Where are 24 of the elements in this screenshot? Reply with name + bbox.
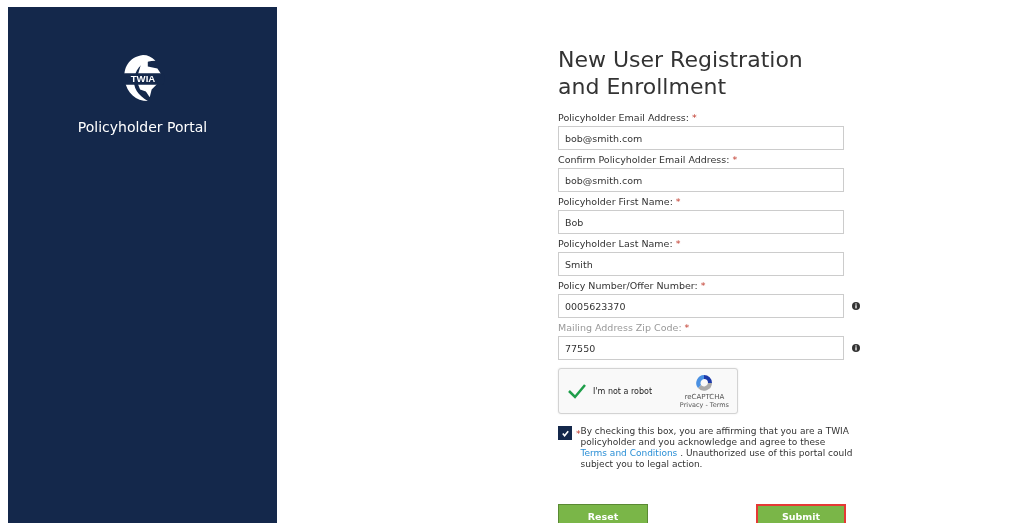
check-icon[interactable] [567, 383, 587, 399]
input-field[interactable]: Bob [558, 210, 844, 234]
recaptcha-icon [694, 373, 715, 393]
terms-link[interactable]: Terms and Conditions [580, 448, 678, 458]
field-label: Confirm Policyholder Email Address: * [558, 154, 739, 165]
required-mark: * [576, 429, 581, 439]
info-icon[interactable] [852, 344, 860, 352]
input-field[interactable]: 0005623370 [558, 294, 844, 318]
field-label: Policyholder First Name: * [558, 196, 682, 207]
agreement-text: By checking this box, you are affirming that you are a TWIA policyholder and you acknowledge and agree to these Terms and Conditions . Unauthorized use of this portal could subject you to legal action. [580, 426, 854, 470]
field-label: Policy Number/Offer Number: * [558, 280, 707, 291]
check-icon [560, 428, 570, 438]
field-label: Mailing Address Zip Code: * [558, 322, 691, 333]
info-icon[interactable] [852, 302, 860, 310]
captcha-label: I'm not a robot [593, 386, 654, 396]
input-field[interactable]: 77550 [558, 336, 844, 360]
portal-title: Policyholder Portal [77, 119, 208, 135]
input-field[interactable]: Smith [558, 252, 844, 276]
input-field[interactable]: bob@smith.com [558, 168, 844, 192]
input-field[interactable]: bob@smith.com [558, 126, 844, 150]
page-title: New User Registration and Enrollment [558, 46, 804, 100]
agreement-checkbox[interactable] [558, 426, 572, 440]
field-label: Policyholder Email Address: * [558, 112, 698, 123]
field-label: Policyholder Last Name: * [558, 238, 682, 249]
